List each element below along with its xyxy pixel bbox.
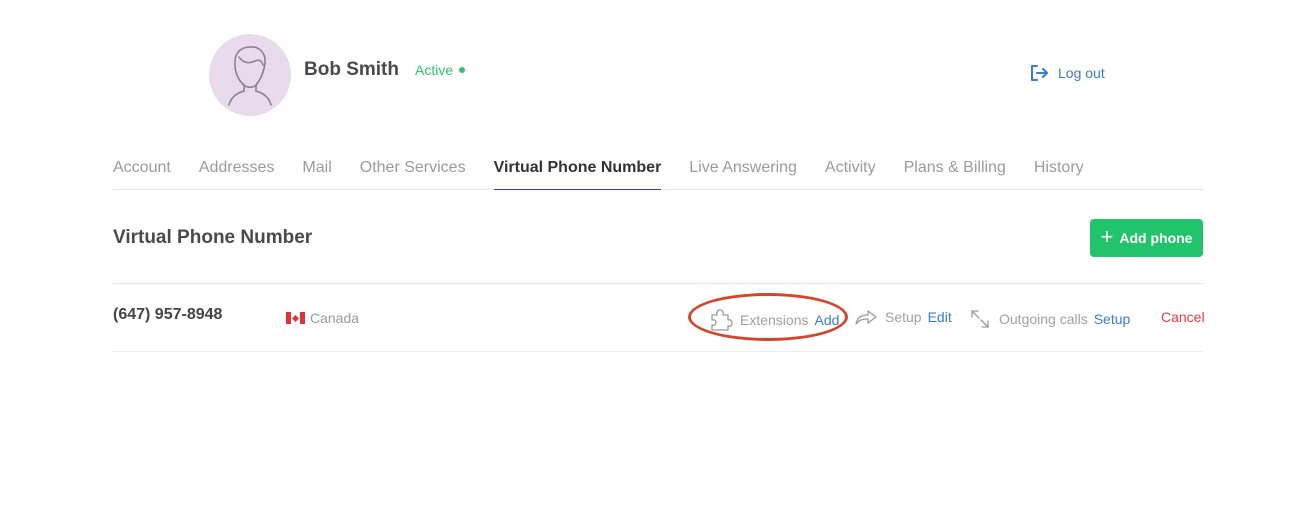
extensions-add-link[interactable]: Add — [814, 312, 839, 328]
extensions-action: Extensions Add — [709, 309, 839, 331]
country: Canada — [286, 310, 359, 326]
logout-label: Log out — [1058, 65, 1105, 81]
row-divider — [113, 351, 1203, 352]
outgoing-calls-setup-link[interactable]: Setup — [1094, 311, 1131, 327]
cancel-action: Cancel — [1161, 309, 1205, 325]
tab-account[interactable]: Account — [113, 150, 171, 190]
tab-history[interactable]: History — [1034, 150, 1084, 190]
outgoing-calls-label: Outgoing calls — [999, 311, 1088, 327]
canada-flag-icon — [286, 312, 305, 324]
logout-icon — [1031, 65, 1048, 81]
cancel-link[interactable]: Cancel — [1161, 309, 1205, 325]
outgoing-calls-icon — [971, 310, 989, 328]
setup-edit-link[interactable]: Edit — [928, 309, 952, 325]
forwarding-setup-action: Setup Edit — [855, 309, 952, 325]
phone-number: (647) 957-8948 — [113, 306, 223, 323]
country-label: Canada — [310, 310, 360, 326]
tab-addresses[interactable]: Addresses — [199, 150, 275, 190]
status-dot-icon — [459, 67, 466, 73]
status-badge: Active — [415, 62, 466, 78]
outgoing-calls-action: Outgoing calls Setup — [970, 309, 1130, 329]
page-title: Virtual Phone Number — [113, 227, 313, 248]
tab-bar: Account Addresses Mail Other Services Vi… — [113, 150, 1203, 190]
tab-activity[interactable]: Activity — [825, 150, 876, 190]
extensions-label: Extensions — [740, 312, 809, 328]
tab-plans-billing[interactable]: Plans & Billing — [904, 150, 1006, 190]
logout-button[interactable]: Log out — [1030, 65, 1105, 81]
tab-virtual-phone-number[interactable]: Virtual Phone Number — [493, 150, 662, 190]
setup-label: Setup — [885, 309, 922, 325]
user-name: Bob Smith — [304, 59, 399, 80]
row-divider — [113, 283, 1203, 284]
add-phone-label: Add phone — [1119, 230, 1193, 246]
forward-arrow-icon — [855, 310, 877, 325]
user-avatar-icon — [228, 46, 272, 106]
tab-live-answering[interactable]: Live Answering — [689, 150, 797, 190]
add-phone-button[interactable]: + Add phone — [1090, 219, 1203, 257]
avatar — [209, 34, 291, 116]
status-label: Active — [415, 62, 454, 78]
plus-icon: + — [1100, 224, 1114, 249]
puzzle-icon — [711, 309, 733, 331]
tab-other-services[interactable]: Other Services — [360, 150, 466, 190]
tab-mail[interactable]: Mail — [302, 150, 331, 190]
